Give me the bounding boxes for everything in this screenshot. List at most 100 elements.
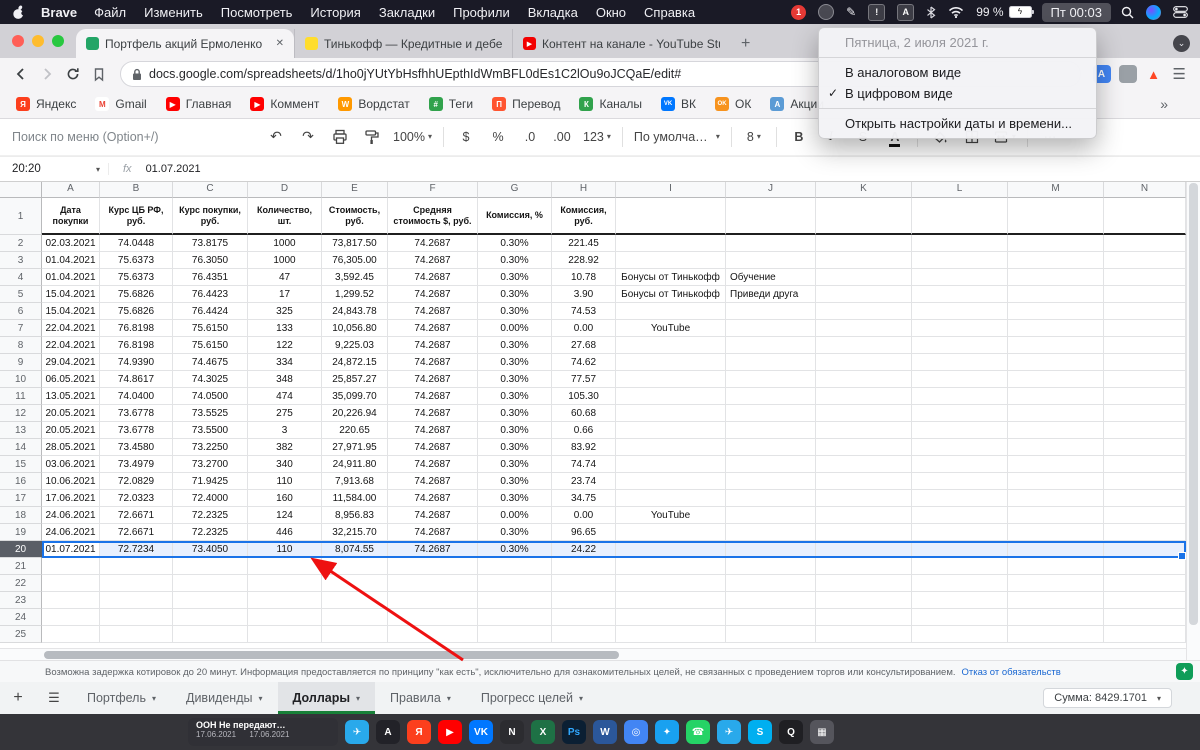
cell[interactable] (816, 337, 912, 354)
youtube-dock-icon[interactable]: ▶ (438, 720, 462, 744)
cell[interactable] (1008, 490, 1104, 507)
cell[interactable]: 72.7234 (100, 541, 173, 558)
cell[interactable]: 01.04.2021 (42, 252, 100, 269)
cell[interactable] (42, 558, 100, 575)
cell[interactable] (816, 524, 912, 541)
cell[interactable] (1008, 507, 1104, 524)
cell[interactable]: 15.04.2021 (42, 303, 100, 320)
cell[interactable]: 0.30% (478, 422, 552, 439)
cell[interactable] (552, 558, 616, 575)
cell[interactable] (616, 371, 726, 388)
cell[interactable] (912, 286, 1008, 303)
reload-button[interactable] (60, 61, 86, 87)
cell[interactable] (1104, 456, 1186, 473)
cell[interactable]: 20,226.94 (322, 405, 388, 422)
cell[interactable]: 34.75 (552, 490, 616, 507)
cell[interactable]: 105.30 (552, 388, 616, 405)
cell[interactable]: 275 (248, 405, 322, 422)
cell[interactable] (912, 198, 1008, 235)
menubar-menu[interactable]: Окно (587, 5, 635, 20)
cell[interactable] (912, 337, 1008, 354)
font-select[interactable]: По умолча… ▾ (629, 124, 725, 150)
cell[interactable] (726, 592, 816, 609)
cell[interactable] (912, 269, 1008, 286)
cell[interactable]: 75.6826 (100, 303, 173, 320)
cell[interactable]: 0.30% (478, 303, 552, 320)
cell[interactable]: 74.2687 (388, 269, 478, 286)
cell[interactable] (1008, 422, 1104, 439)
print-button[interactable] (324, 124, 356, 150)
cell[interactable]: 72.4000 (173, 490, 248, 507)
cell[interactable]: 01.04.2021 (42, 269, 100, 286)
cell[interactable] (726, 473, 816, 490)
row-header-15[interactable]: 15 (0, 456, 42, 473)
cell[interactable] (1104, 439, 1186, 456)
cell[interactable]: 74.0500 (173, 388, 248, 405)
cell[interactable]: Стоимость, руб. (322, 198, 388, 235)
cell[interactable]: 3,592.45 (322, 269, 388, 286)
cell[interactable]: Комиссия, руб. (552, 198, 616, 235)
column-header-I[interactable]: I (616, 180, 726, 198)
row-header-24[interactable]: 24 (0, 609, 42, 626)
redo-button[interactable]: ↷ (292, 124, 324, 150)
cell[interactable] (388, 558, 478, 575)
cell[interactable] (912, 439, 1008, 456)
sheet-tab[interactable]: Дивиденды ▾ (171, 682, 278, 714)
cell[interactable]: 0.30% (478, 456, 552, 473)
cell[interactable]: 334 (248, 354, 322, 371)
cell[interactable] (42, 609, 100, 626)
cell[interactable] (726, 371, 816, 388)
cell[interactable]: 0.30% (478, 405, 552, 422)
cell[interactable] (248, 609, 322, 626)
cell[interactable]: 0.30% (478, 371, 552, 388)
paint-format-button[interactable] (356, 124, 388, 150)
cell[interactable] (173, 609, 248, 626)
cell[interactable] (616, 626, 726, 643)
cell[interactable]: 72.6671 (100, 507, 173, 524)
cell[interactable]: 74.2687 (388, 541, 478, 558)
back-button[interactable] (8, 61, 34, 87)
bookmarks-overflow-chevron[interactable]: » (1160, 96, 1168, 112)
cell[interactable]: 23.74 (552, 473, 616, 490)
cell[interactable]: 74.62 (552, 354, 616, 371)
sheet-tab[interactable]: Портфель ▾ (72, 682, 171, 714)
cell[interactable] (616, 405, 726, 422)
cell[interactable] (248, 575, 322, 592)
cell[interactable] (1008, 405, 1104, 422)
siri-icon[interactable] (1146, 4, 1161, 20)
cell[interactable] (912, 507, 1008, 524)
menubar-menu[interactable]: Файл (85, 5, 135, 20)
cell[interactable]: 76.4351 (173, 269, 248, 286)
cell[interactable]: 74.3025 (173, 371, 248, 388)
cell[interactable]: 83.92 (552, 439, 616, 456)
cell[interactable]: 74.2687 (388, 371, 478, 388)
cell[interactable] (616, 422, 726, 439)
menu-item-digital[interactable]: ✓ В цифровом виде (819, 83, 1096, 104)
explore-button[interactable]: ✦ (1176, 663, 1193, 680)
menubar-menu[interactable]: История (301, 5, 369, 20)
cell[interactable]: 9,225.03 (322, 337, 388, 354)
cell[interactable] (616, 558, 726, 575)
cell[interactable] (1104, 303, 1186, 320)
sheet-tab[interactable]: Правила ▾ (375, 682, 466, 714)
cell[interactable]: 474 (248, 388, 322, 405)
cell[interactable] (912, 303, 1008, 320)
cell[interactable] (1104, 405, 1186, 422)
name-box[interactable]: 20:20 ▾ (0, 163, 108, 175)
cell[interactable] (42, 626, 100, 643)
cell[interactable]: 75.6150 (173, 320, 248, 337)
column-header-D[interactable]: D (248, 180, 322, 198)
cell[interactable]: 74.74 (552, 456, 616, 473)
cell[interactable]: 7,913.68 (322, 473, 388, 490)
cell[interactable]: 74.2687 (388, 286, 478, 303)
menubar-menu[interactable]: Посмотреть (212, 5, 302, 20)
cell[interactable]: 0.00% (478, 320, 552, 337)
row-header-1[interactable]: 1 (0, 198, 42, 235)
cell[interactable] (100, 592, 173, 609)
close-window-button[interactable] (12, 35, 24, 47)
column-header-K[interactable]: K (816, 180, 912, 198)
horizontal-scrollbar-thumb[interactable] (44, 651, 619, 659)
cell[interactable]: 348 (248, 371, 322, 388)
cell[interactable] (248, 626, 322, 643)
cell[interactable] (816, 303, 912, 320)
